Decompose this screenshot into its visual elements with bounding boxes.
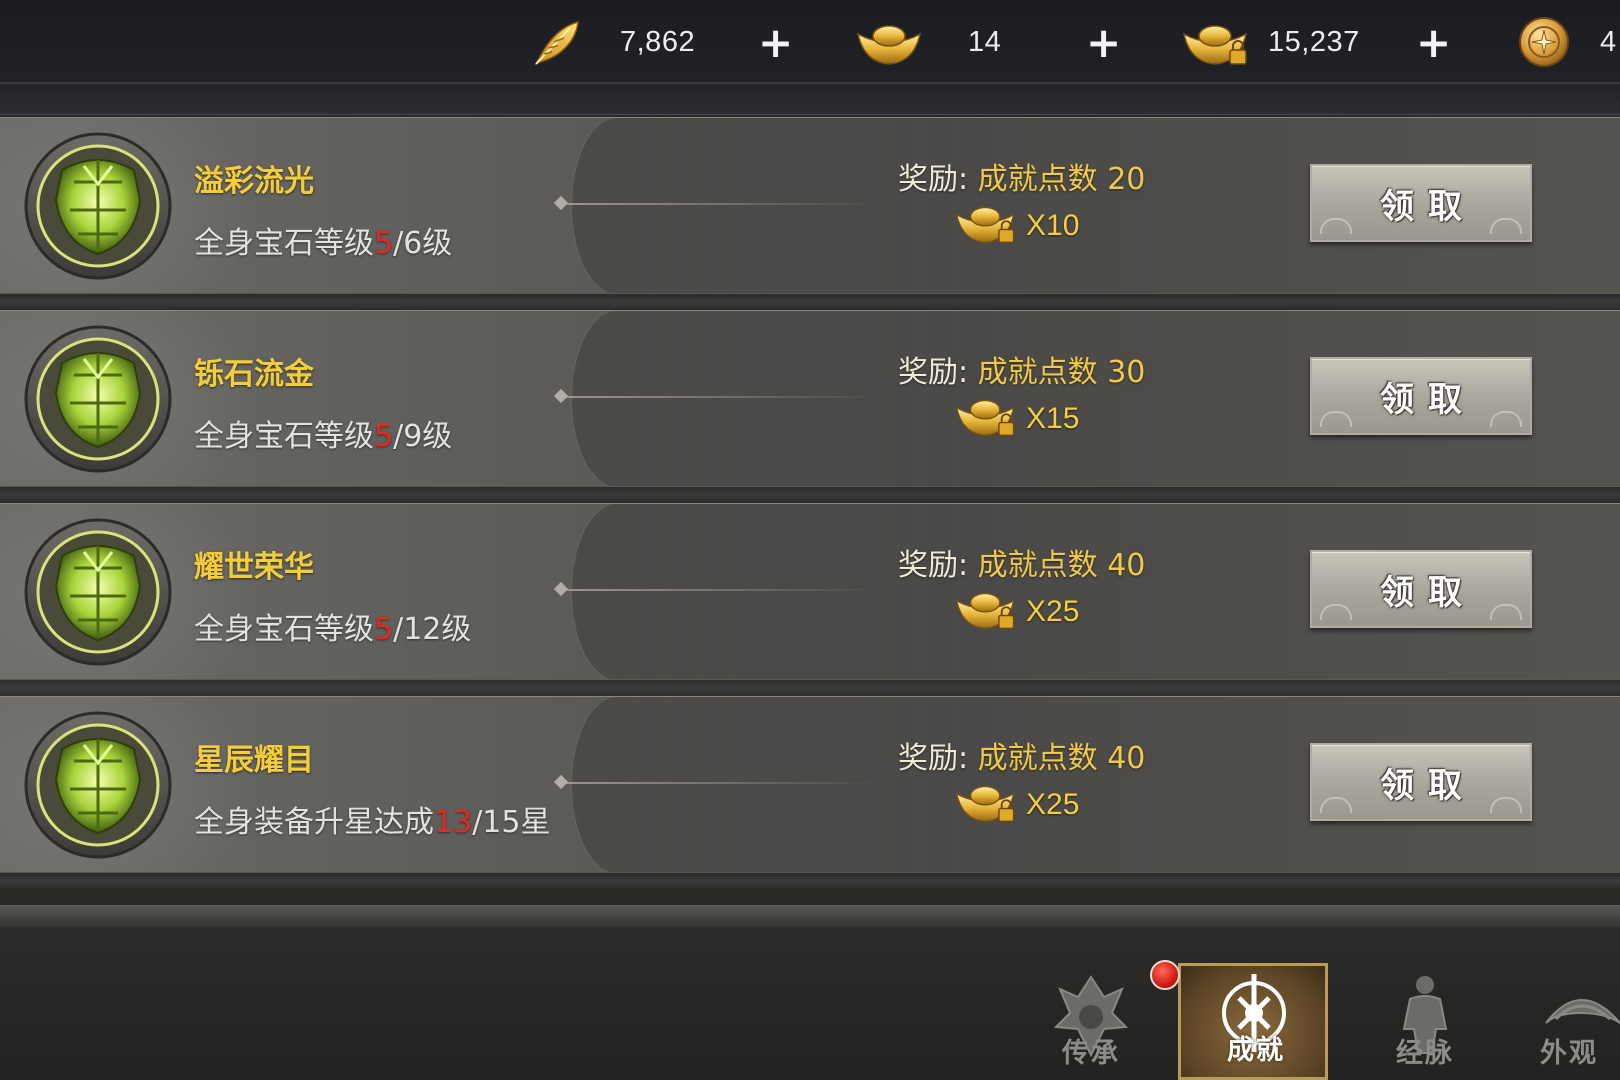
reward-item: X25: [954, 590, 1079, 634]
gold-ingot-icon: [856, 22, 922, 66]
armor-medal-icon: [22, 709, 174, 861]
achievement-progress: 13: [434, 805, 473, 840]
achievement-row: 耀世荣华 全身宝石等级5/12级 奖励: 成就点数 40 X25 领取: [0, 503, 1620, 680]
locked-gold-ingot-icon: [954, 781, 1020, 829]
reward-text: 奖励: 成就点数 30: [898, 355, 1146, 390]
ingot-count: 14: [968, 25, 1002, 58]
reward-points: 成就点数 30: [977, 355, 1146, 390]
achievement-title: 星辰耀目: [194, 743, 314, 778]
armor-medal-icon: [22, 130, 174, 282]
locked-gold-ingot-icon: [954, 395, 1020, 443]
add-locked-ingot-button[interactable]: +: [1416, 22, 1451, 64]
achievement-row: 铄石流金 全身宝石等级5/9级 奖励: 成就点数 30 X15 领取: [0, 310, 1620, 487]
header-divider: [0, 84, 1620, 115]
armor-medal-icon: [22, 323, 174, 475]
row-divider: [560, 203, 880, 205]
achievement-progress: 5: [374, 419, 394, 454]
achievement-row: 星辰耀目 全身装备升星达成13/15星 奖励: 成就点数 40 X25 领取: [0, 696, 1620, 873]
reward-qty: X25: [1026, 595, 1080, 628]
coin-icon: [1518, 16, 1570, 68]
add-feather-button[interactable]: +: [758, 22, 793, 64]
tab-meridian[interactable]: 经脉: [1350, 963, 1500, 1080]
reward-item: X15: [954, 397, 1079, 441]
achievement-title: 耀世荣华: [194, 550, 314, 585]
achievement-progress: 5: [374, 612, 394, 647]
achievement-row: 溢彩流光 全身宝石等级5/6级 奖励: 成就点数 20 X10 领取: [0, 117, 1620, 294]
achievement-desc: 全身装备升星达成13/15星: [194, 805, 551, 840]
claim-button[interactable]: 领取: [1310, 164, 1532, 242]
reward-text: 奖励: 成就点数 40: [898, 741, 1146, 776]
locked-gold-ingot-icon: [954, 588, 1020, 636]
achievement-desc: 全身宝石等级5/12级: [194, 612, 472, 647]
reward-points: 成就点数 20: [977, 162, 1146, 197]
notification-dot: [1150, 960, 1180, 990]
achievement-progress: 5: [374, 226, 394, 261]
row-separator: [0, 293, 1620, 310]
locked-gold-ingot-icon: [1182, 20, 1252, 68]
achievement-title: 溢彩流光: [194, 164, 314, 199]
achievement-title: 铄石流金: [194, 357, 314, 392]
reward-item: X25: [954, 783, 1079, 827]
tab-achievement[interactable]: 成就: [1178, 963, 1328, 1080]
achievement-desc: 全身宝石等级5/9级: [194, 419, 453, 454]
row-divider: [560, 589, 880, 591]
row-separator: [0, 872, 1620, 889]
locked-ingot-count: 15,237: [1268, 25, 1360, 58]
claim-button[interactable]: 领取: [1310, 357, 1532, 435]
feather-count: 7,862: [620, 25, 696, 58]
tab-appearance[interactable]: 外观: [1514, 963, 1620, 1080]
reward-qty: X25: [1026, 788, 1080, 821]
reward-text: 奖励: 成就点数 20: [898, 162, 1146, 197]
row-separator: [0, 486, 1620, 503]
claim-button[interactable]: 领取: [1310, 743, 1532, 821]
reward-item: X10: [954, 204, 1079, 248]
feather-icon: [530, 18, 582, 68]
row-divider: [560, 782, 880, 784]
currency-bar: 7,862 + 14 + 15,237 + 4: [0, 0, 1620, 84]
reward-points: 成就点数 40: [977, 741, 1146, 776]
achievement-desc: 全身宝石等级5/6级: [194, 226, 453, 261]
row-separator: [0, 679, 1620, 696]
reward-qty: X15: [1026, 402, 1080, 435]
reward-qty: X10: [1026, 209, 1080, 242]
row-divider: [560, 396, 880, 398]
claim-button[interactable]: 领取: [1310, 550, 1532, 628]
reward-text: 奖励: 成就点数 40: [898, 548, 1146, 583]
next-row-peek: [0, 905, 1620, 927]
armor-medal-icon: [22, 516, 174, 668]
add-ingot-button[interactable]: +: [1086, 22, 1121, 64]
tab-inheritance[interactable]: 传承: [1016, 963, 1166, 1080]
locked-gold-ingot-icon: [954, 202, 1020, 250]
reward-points: 成就点数 40: [977, 548, 1146, 583]
coin-count: 4: [1600, 25, 1617, 58]
